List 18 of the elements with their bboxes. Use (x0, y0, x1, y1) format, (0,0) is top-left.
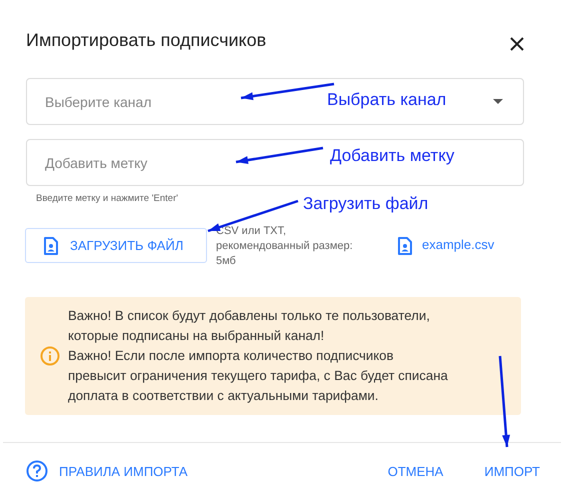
notice-text: Важно! В список будут добавлены только те пользователи, которые подписаны на выбранный канал! Важно! Если после импорта количество подписчиков превысит ограничения текущего тарифа, с Вас будет списана доплата в соответствии с актуальными тарифами. (68, 307, 448, 405)
annotation-label: Добавить метку (330, 146, 454, 166)
example-file-link[interactable]: example.csv (422, 237, 494, 253)
file-icon (398, 237, 412, 255)
tag-hint: Введите метку и нажмите 'Enter' (36, 193, 178, 204)
annotation-label: Загрузить файл (303, 194, 428, 214)
dropdown-caret-icon (493, 99, 503, 104)
annotation-label: Выбрать канал (327, 90, 446, 110)
cancel-button[interactable]: ОТМЕНА (388, 464, 444, 478)
dialog-title: Импортировать подписчиков (26, 30, 268, 50)
upload-file-button[interactable]: ЗАГРУЗИТЬ ФАЙЛ (25, 228, 207, 263)
info-icon (40, 346, 60, 366)
import-rules-link[interactable]: ПРАВИЛА ИМПОРТА (59, 464, 188, 478)
import-button[interactable]: ИМПОРТ (484, 464, 540, 478)
select-placeholder: Выберите канал (45, 94, 152, 110)
help-icon[interactable] (26, 460, 48, 482)
close-icon[interactable] (510, 37, 524, 51)
file-icon (44, 236, 58, 254)
